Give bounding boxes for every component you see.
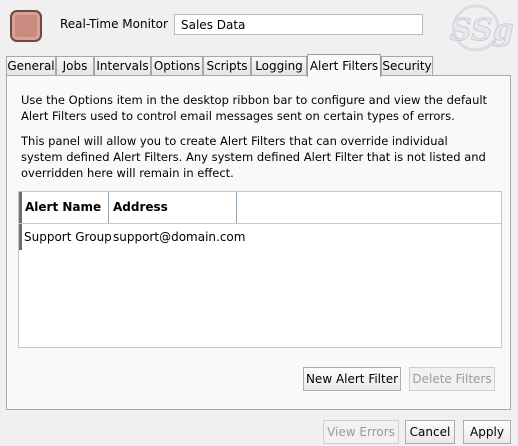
logo: SSg bbox=[446, 4, 514, 58]
row-indicator bbox=[19, 224, 22, 250]
app-icon bbox=[10, 10, 42, 42]
list-header: Alert Name Address bbox=[19, 192, 501, 224]
app-label: Real-Time Monitor bbox=[60, 17, 168, 31]
alert-name-cell: Support Group bbox=[24, 230, 112, 244]
tab-scripts[interactable]: Scripts bbox=[203, 56, 251, 76]
tab-alert-filters[interactable]: Alert Filters bbox=[307, 54, 381, 77]
apply-button[interactable]: Apply bbox=[463, 420, 511, 444]
tab-general[interactable]: General bbox=[6, 56, 56, 76]
name-field[interactable] bbox=[174, 14, 423, 35]
tab-intervals[interactable]: Intervals bbox=[94, 56, 151, 76]
address-cell: support@domain.com bbox=[113, 230, 246, 244]
tab-options[interactable]: Options bbox=[151, 56, 203, 76]
view-errors-button[interactable]: View Errors bbox=[323, 420, 399, 444]
svg-text:SSg: SSg bbox=[450, 13, 514, 48]
alert-filters-panel: Use the Options item in the desktop ribb… bbox=[6, 75, 511, 410]
cancel-button[interactable]: Cancel bbox=[405, 420, 455, 444]
new-alert-filter-button[interactable]: New Alert Filter bbox=[303, 367, 401, 391]
delete-filters-button[interactable]: Delete Filters bbox=[409, 367, 495, 391]
alert-filters-list[interactable]: Alert Name Address Support Group support… bbox=[18, 191, 502, 348]
column-header-alert-name[interactable]: Alert Name bbox=[21, 192, 109, 223]
description-paragraph-2: This panel will allow you to create Aler… bbox=[21, 134, 486, 180]
tab-logging[interactable]: Logging bbox=[251, 56, 307, 76]
column-separator bbox=[236, 192, 237, 223]
table-row[interactable]: Support Group support@domain.com bbox=[19, 224, 501, 250]
column-header-address[interactable]: Address bbox=[109, 192, 237, 223]
description-paragraph-1: Use the Options item in the desktop ribb… bbox=[21, 93, 488, 123]
tab-security[interactable]: Security bbox=[381, 56, 433, 76]
tab-jobs[interactable]: Jobs bbox=[56, 56, 94, 76]
